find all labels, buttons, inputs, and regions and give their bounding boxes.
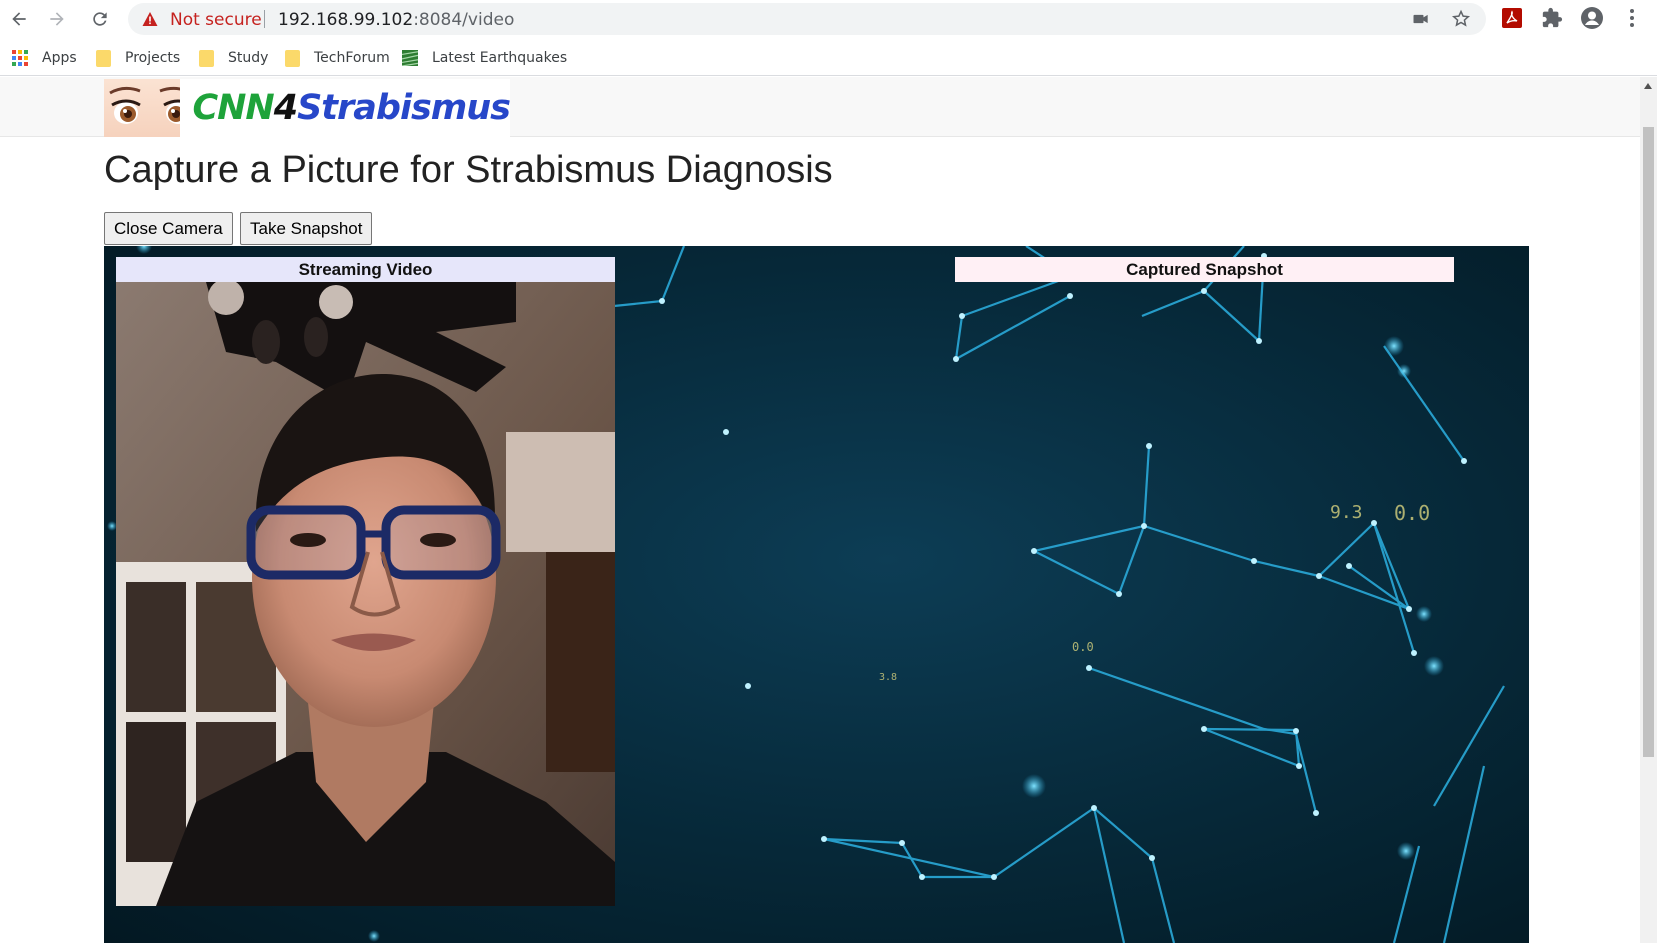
url-text[interactable]: 192.168.99.102:8084/video (278, 10, 514, 30)
star-icon[interactable] (1451, 9, 1471, 29)
apps-grid-icon (12, 50, 28, 66)
logo-wordmark: CNN4Strabismus (192, 88, 511, 128)
site-logo[interactable]: CNN4Strabismus (104, 79, 511, 137)
bookmark-label: Apps (42, 50, 77, 66)
streaming-video-feed (116, 282, 615, 906)
pdf-extension-icon[interactable] (1500, 6, 1524, 30)
close-camera-button[interactable]: Close Camera (104, 212, 233, 245)
page-viewport: CNN4Strabismus Capture a Picture for Str… (0, 77, 1640, 943)
menu-icon[interactable] (1620, 6, 1644, 30)
scroll-up-arrow-icon[interactable] (1644, 83, 1652, 89)
bookmark-study[interactable]: Study (199, 48, 268, 68)
bookmark-projects[interactable]: Projects (96, 48, 180, 68)
bookmark-label: Projects (125, 50, 181, 66)
address-bar[interactable]: Not secure 192.168.99.102:8084/video (128, 3, 1486, 35)
camera-icon[interactable] (1411, 9, 1431, 29)
bookmark-apps[interactable]: Apps (12, 48, 77, 68)
bookmark-label: TechForum (314, 50, 390, 66)
forward-icon[interactable] (44, 6, 70, 32)
bg-number-text: 3.8 (879, 672, 897, 683)
bookmarks-bar: Apps Projects Study TechForum Latest Ear… (0, 38, 1657, 76)
omnibox-divider (264, 10, 265, 28)
reload-icon[interactable] (87, 6, 113, 32)
streaming-video-header: Streaming Video (116, 257, 615, 282)
bookmark-latest-earthquakes[interactable]: Latest Earthquakes (402, 48, 567, 68)
browser-toolbar: Not secure 192.168.99.102:8084/video (0, 0, 1657, 38)
bookmark-label: Study (228, 50, 269, 66)
back-icon[interactable] (6, 6, 32, 32)
extensions-icon[interactable] (1540, 6, 1564, 30)
bg-number-text: 0.0 (1394, 501, 1430, 525)
page-scrollbar[interactable] (1640, 77, 1657, 943)
bookmark-techforum[interactable]: TechForum (285, 48, 390, 68)
bg-number-text: 0.0 (1072, 640, 1094, 654)
bookmark-label: Latest Earthquakes (432, 50, 568, 66)
anime-eyes-logo-icon (104, 79, 181, 137)
earthquake-icon (402, 50, 418, 66)
warning-icon (142, 12, 158, 26)
folder-icon (199, 49, 214, 67)
profile-icon[interactable] (1580, 6, 1604, 30)
take-snapshot-button[interactable]: Take Snapshot (240, 212, 373, 245)
capture-stage: 9.3 0.0 0.0 3.8 Streaming Video Captured… (104, 246, 1529, 943)
not-secure-label[interactable]: Not secure (170, 10, 262, 30)
captured-snapshot-header: Captured Snapshot (955, 257, 1454, 282)
folder-icon (96, 49, 111, 67)
folder-icon (285, 49, 300, 67)
scroll-thumb[interactable] (1643, 127, 1654, 757)
bg-number-text: 9.3 (1330, 502, 1363, 523)
page-title: Capture a Picture for Strabismus Diagnos… (104, 149, 833, 191)
site-navbar: CNN4Strabismus (0, 77, 1640, 137)
